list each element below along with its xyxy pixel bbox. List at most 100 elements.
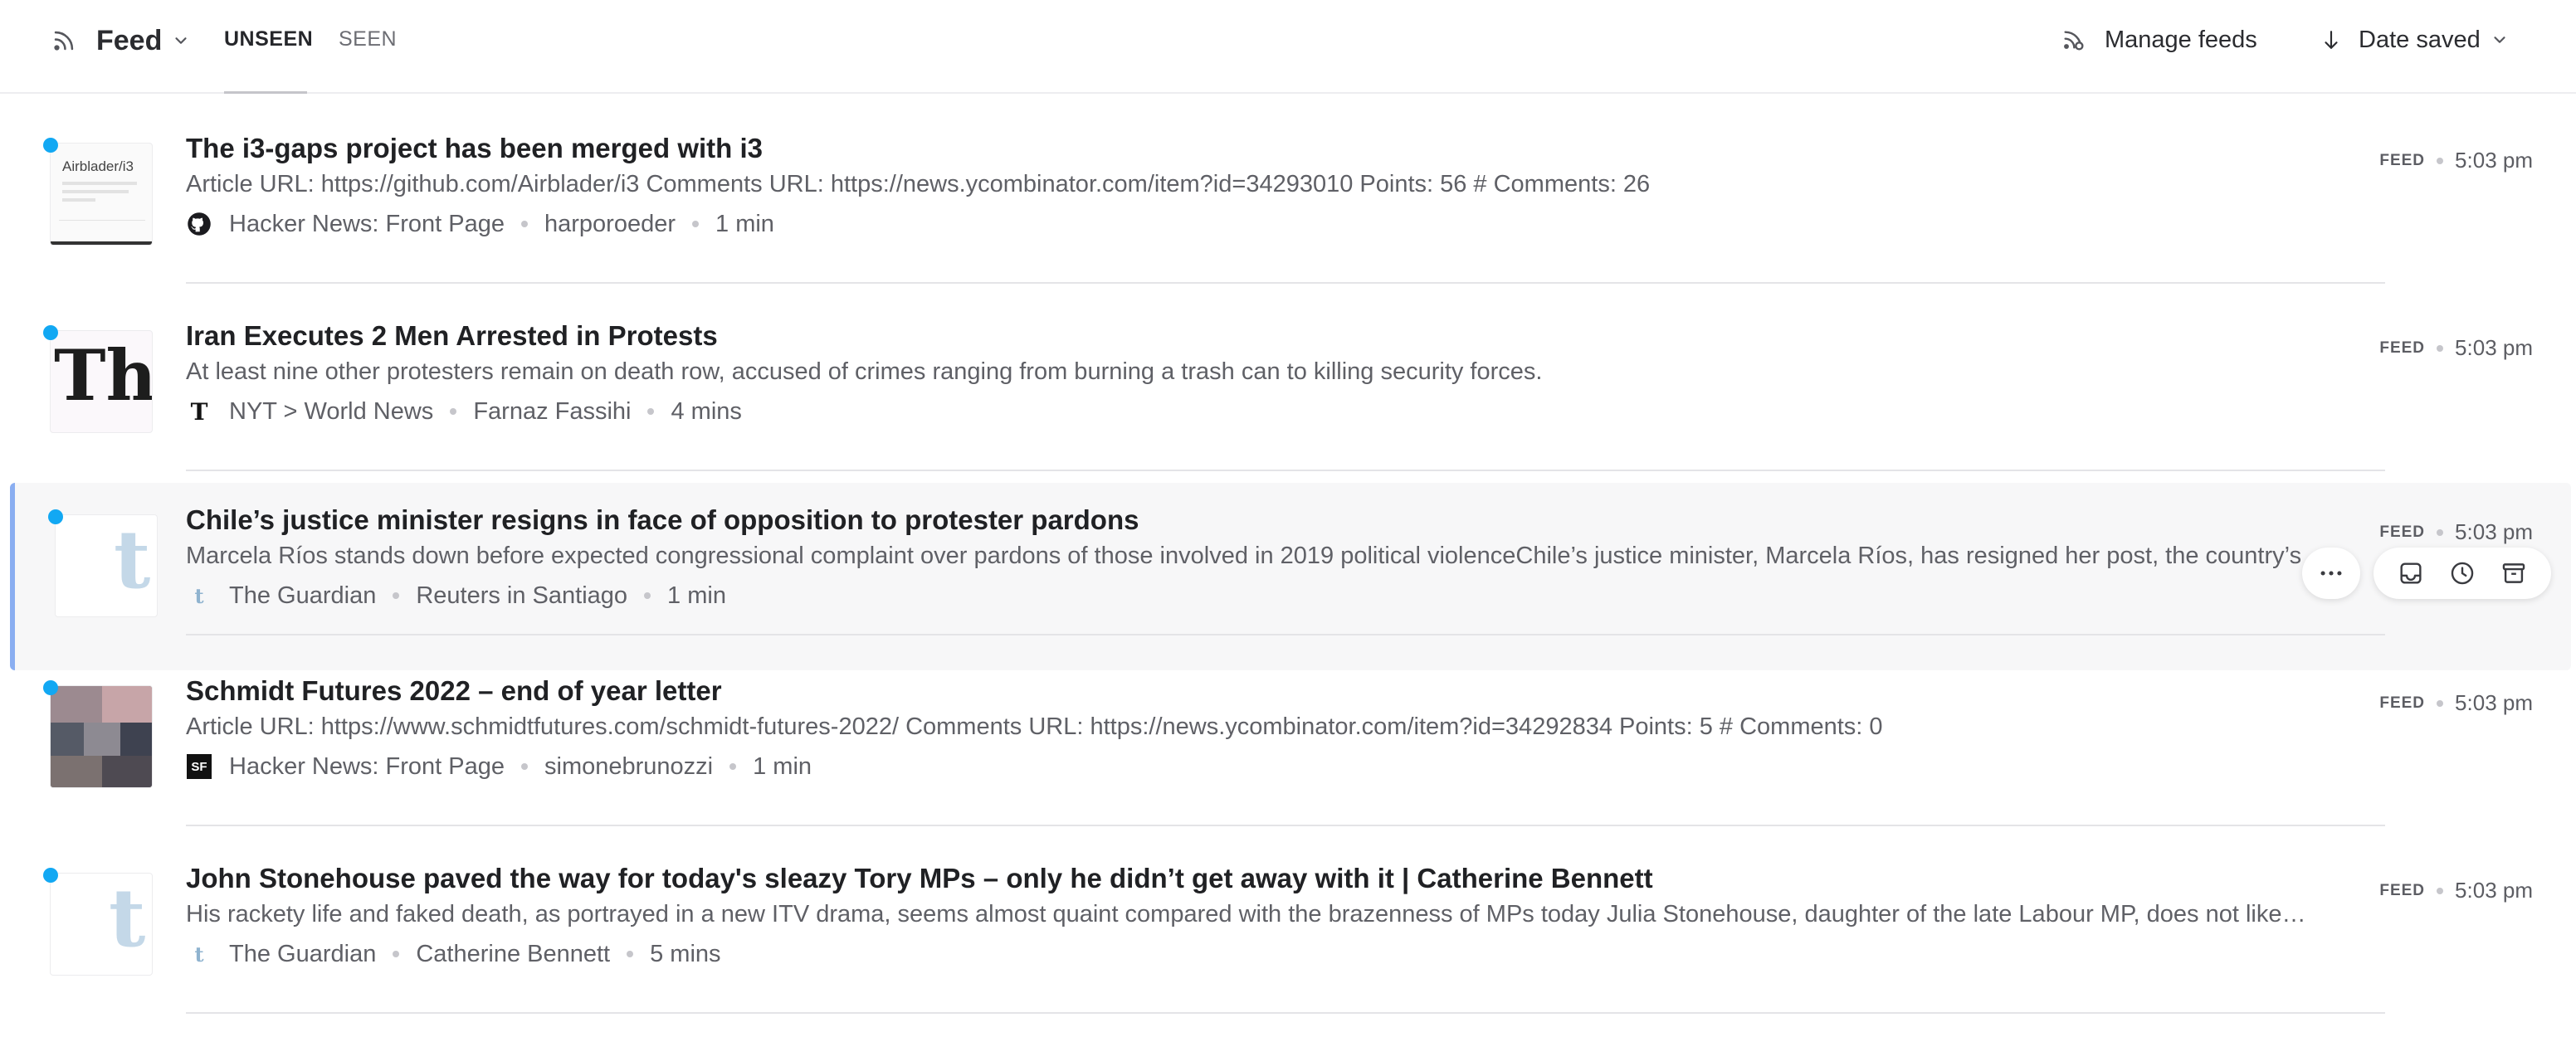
nyt-icon: T xyxy=(190,397,208,426)
feed-title: Feed xyxy=(96,24,163,56)
item-thumbnail: The xyxy=(50,330,153,433)
thumbnail-text: t xyxy=(114,514,151,606)
meta-separator xyxy=(521,221,529,227)
meta-separator xyxy=(644,592,651,599)
feed-badge: FEED xyxy=(2379,881,2426,899)
thumbnail-text: Airblader/i3 xyxy=(62,158,134,174)
meta-separator xyxy=(521,763,529,770)
sf-icon: SF xyxy=(186,753,212,780)
manage-feeds-icon xyxy=(2064,31,2084,51)
item-divider xyxy=(186,470,2385,471)
item-author: Farnaz Fassihi xyxy=(473,397,632,425)
item-time: 5:03 pm xyxy=(2455,690,2533,715)
tab-unseen[interactable]: UNSEEN xyxy=(224,27,313,51)
item-divider xyxy=(186,634,2385,635)
archive-icon[interactable] xyxy=(2500,559,2528,587)
rss-icon xyxy=(54,31,74,51)
github-icon xyxy=(186,211,212,237)
feed-header: Feed UNSEEN SEEN Manage feeds Date saved xyxy=(0,0,2576,94)
feed-item[interactable]: Schmidt Futures 2022 – end of year lette… xyxy=(0,639,2576,826)
meta-separator xyxy=(2437,344,2444,352)
item-source[interactable]: The Guardian xyxy=(229,941,376,968)
manage-feeds-label: Manage feeds xyxy=(2105,26,2257,53)
item-author: Catherine Bennett xyxy=(416,940,611,967)
arrow-down-icon xyxy=(2325,31,2338,49)
item-meta: SF Hacker News: Front Page simonebrunozz… xyxy=(186,750,812,783)
item-date: FEED 5:03 pm xyxy=(2379,335,2533,361)
inbox-icon[interactable] xyxy=(2397,559,2425,587)
sort-dropdown[interactable]: Date saved xyxy=(2320,22,2509,58)
item-source[interactable]: Hacker News: Front Page xyxy=(229,211,505,238)
item-title[interactable]: Iran Executes 2 Men Arrested in Protests xyxy=(186,320,718,352)
item-meta: Hacker News: Front Page harporoeder 1 mi… xyxy=(186,207,774,241)
feed-badge: FEED xyxy=(2379,151,2426,169)
feed-item[interactable]: t John Stonehouse paved the way for toda… xyxy=(0,826,2576,1014)
item-source[interactable]: NYT > World News xyxy=(229,398,433,426)
tab-seen[interactable]: SEEN xyxy=(339,27,397,51)
item-description: Article URL: https://github.com/Airblade… xyxy=(186,171,1651,197)
item-date: FEED 5:03 pm xyxy=(2379,878,2533,903)
manage-feeds-button[interactable]: Manage feeds xyxy=(2060,22,2257,58)
item-read-time: 5 mins xyxy=(650,940,721,967)
snooze-clock-icon[interactable] xyxy=(2448,559,2476,587)
item-date: FEED 5:03 pm xyxy=(2379,690,2533,716)
meta-separator xyxy=(450,408,457,415)
thumbnail-text: The xyxy=(54,334,153,416)
item-time: 5:03 pm xyxy=(2455,519,2533,544)
meta-separator xyxy=(729,763,737,770)
guardian-icon: t xyxy=(194,942,204,966)
item-description: His rackety life and faked death, as por… xyxy=(186,901,2306,927)
meta-separator xyxy=(647,408,655,415)
item-author: harporoeder xyxy=(544,210,676,237)
unseen-dot xyxy=(43,680,58,695)
item-source[interactable]: Hacker News: Front Page xyxy=(229,753,505,781)
unseen-dot xyxy=(43,138,58,153)
item-title[interactable]: The i3-gaps project has been merged with… xyxy=(186,133,763,164)
item-thumbnail xyxy=(50,685,153,788)
guardian-icon: t xyxy=(194,583,204,608)
more-actions-button[interactable] xyxy=(2302,548,2360,599)
item-title[interactable]: Chile’s justice minister resigns in face… xyxy=(186,504,1139,536)
feed-badge: FEED xyxy=(2379,338,2426,357)
item-meta: t The Guardian Catherine Bennett 5 mins xyxy=(186,937,721,971)
item-divider xyxy=(186,1012,2385,1014)
feed-badge: FEED xyxy=(2379,523,2426,541)
item-read-time: 1 min xyxy=(667,582,726,609)
item-date: FEED 5:03 pm xyxy=(2379,519,2533,545)
feed-badge: FEED xyxy=(2379,694,2426,712)
item-thumbnail: Airblader/i3 xyxy=(50,143,153,246)
feed-item[interactable]: The Iran Executes 2 Men Arrested in Prot… xyxy=(0,284,2576,471)
item-thumbnail: t xyxy=(50,873,153,976)
item-source[interactable]: The Guardian xyxy=(229,582,376,610)
meta-separator xyxy=(393,951,400,957)
item-meta: T NYT > World News Farnaz Fassihi 4 mins xyxy=(186,395,742,428)
meta-separator xyxy=(2437,887,2444,894)
item-read-time: 1 min xyxy=(753,752,812,780)
item-action-group xyxy=(2374,548,2551,599)
item-description: Marcela Ríos stands down before expected… xyxy=(186,543,2302,569)
item-date: FEED 5:03 pm xyxy=(2379,148,2533,173)
meta-separator xyxy=(393,592,400,599)
chevron-down-icon xyxy=(175,37,187,44)
item-description: Article URL: https://www.schmidtfutures.… xyxy=(186,713,1883,740)
feed-item[interactable]: Airblader/i3 The i3-gaps project has bee… xyxy=(0,96,2576,284)
item-time: 5:03 pm xyxy=(2455,148,2533,173)
meta-separator xyxy=(2437,528,2444,536)
item-read-time: 1 min xyxy=(715,210,774,237)
item-description: At least nine other protesters remain on… xyxy=(186,358,1543,385)
active-tab-indicator xyxy=(224,91,307,94)
item-read-time: 4 mins xyxy=(671,397,742,425)
sort-label: Date saved xyxy=(2359,26,2481,53)
meta-separator xyxy=(2437,699,2444,707)
unseen-dot xyxy=(43,868,58,883)
meta-separator xyxy=(627,951,634,957)
item-title[interactable]: Schmidt Futures 2022 – end of year lette… xyxy=(186,675,722,707)
item-title[interactable]: John Stonehouse paved the way for today'… xyxy=(186,863,1653,894)
item-meta: t The Guardian Reuters in Santiago 1 min xyxy=(186,579,726,612)
feed-selector[interactable]: Feed xyxy=(50,20,190,61)
meta-separator xyxy=(692,221,700,227)
thumbnail-text: t xyxy=(109,873,146,965)
unseen-dot xyxy=(48,509,63,524)
item-author: simonebrunozzi xyxy=(544,752,714,780)
unseen-dot xyxy=(43,325,58,340)
